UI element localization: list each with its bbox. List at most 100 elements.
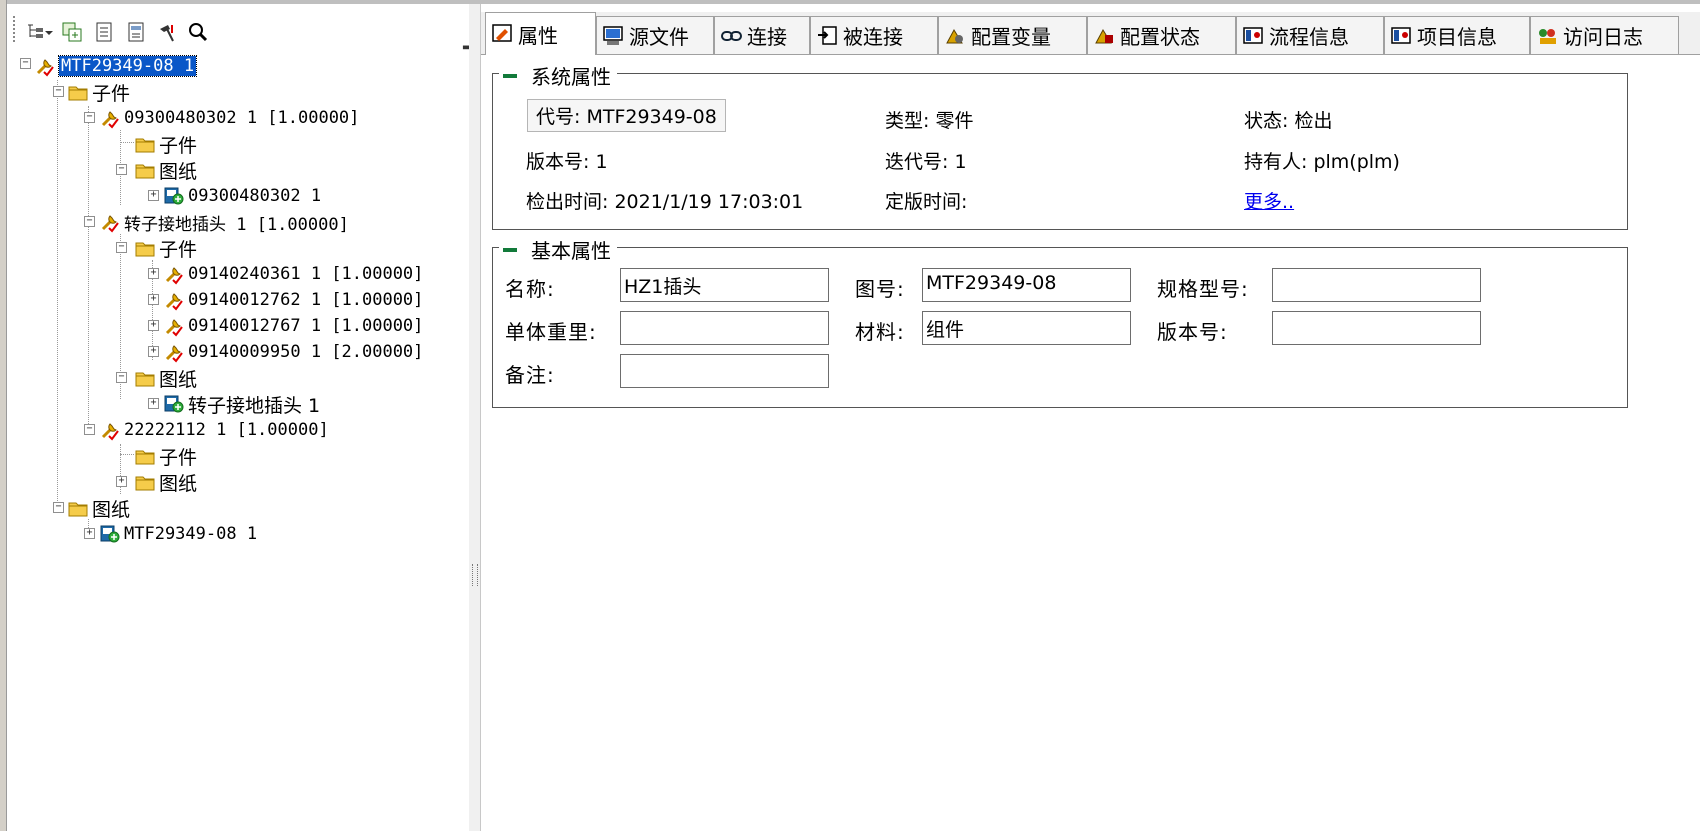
- toolbar-grip[interactable]: [13, 16, 18, 42]
- tree-node-part[interactable]: 转子接地插头 1 [1.00000]: [99, 210, 349, 235]
- tree-node-label: 子件: [159, 446, 198, 469]
- tree-toolbar: ▬: [7, 4, 471, 53]
- collapse-toggle[interactable]: −: [116, 372, 127, 383]
- collapse-toggle[interactable]: −: [84, 112, 95, 123]
- tab-label: 连接: [747, 25, 787, 49]
- splitter-grip[interactable]: [472, 564, 478, 586]
- tab-link[interactable]: 连接: [714, 16, 810, 54]
- tab-properties[interactable]: 属性: [485, 12, 596, 55]
- tree-node-root[interactable]: MTF29349-08 1: [34, 54, 198, 78]
- expand-toggle[interactable]: +: [116, 476, 127, 487]
- collapse-toggle[interactable]: −: [84, 424, 95, 435]
- pane-splitter[interactable]: [469, 4, 481, 831]
- version-field: 版本号: 1: [526, 151, 608, 173]
- tree-node-children[interactable]: 子件: [134, 444, 198, 469]
- name-label: 名称:: [505, 277, 555, 301]
- tree-node-part[interactable]: 09140240361 1 [1.00000]: [163, 262, 423, 286]
- expand-tree-icon[interactable]: [59, 20, 85, 44]
- type-field: 类型: 零件: [885, 110, 974, 132]
- tab-project-info[interactable]: 项目信息: [1384, 16, 1530, 54]
- tab-access-log[interactable]: 访问日志: [1530, 16, 1679, 54]
- tree-node-document[interactable]: 转子接地插头 1: [163, 392, 321, 417]
- checkout-time-field: 检出时间: 2021/1/19 17:03:01: [526, 191, 804, 213]
- workflow-info-icon: [1243, 26, 1263, 44]
- tree-node-label: 转子接地插头 1 [1.00000]: [124, 214, 349, 235]
- collapse-toggle[interactable]: −: [20, 58, 31, 69]
- tree-node-label: 图纸: [159, 472, 198, 495]
- tab-workflow-info[interactable]: 流程信息: [1236, 16, 1384, 54]
- document-detail-icon[interactable]: [123, 20, 149, 44]
- tree-node-label: MTF29349-08 1: [124, 524, 258, 544]
- tree-node-document[interactable]: MTF29349-08 1: [99, 522, 257, 546]
- folder-icon: [67, 497, 89, 519]
- source-file-icon: [603, 25, 623, 45]
- expand-toggle[interactable]: +: [148, 294, 159, 305]
- part-icon: [163, 315, 185, 337]
- iteration-field: 迭代号: 1: [885, 151, 967, 173]
- collapse-toggle[interactable]: −: [53, 502, 64, 513]
- remark-input[interactable]: [620, 354, 829, 388]
- tree-node-children[interactable]: 子件: [134, 132, 198, 157]
- document-icon: [163, 393, 185, 415]
- tree-node-label: 转子接地插头 1: [188, 394, 321, 417]
- group-title: 系统属性: [531, 65, 611, 89]
- spec-input[interactable]: [1272, 268, 1481, 302]
- collapse-toggle[interactable]: −: [53, 86, 64, 97]
- more-link[interactable]: 更多..: [1244, 187, 1294, 214]
- collapse-icon[interactable]: [503, 247, 517, 252]
- name-input[interactable]: HZ1插头: [620, 268, 829, 302]
- system-properties-group: 系统属性 代号: MTF29349-08 类型: 零件 状态: 检出 版本号: …: [492, 61, 1628, 230]
- tab-bar: 属性 源文件 连接 被连接 配置变量 配置状态 流程信息 项目信息 访问日志: [481, 12, 1700, 55]
- project-info-icon: [1391, 26, 1411, 44]
- group-header[interactable]: 基本属性: [499, 235, 617, 264]
- tree-node-part[interactable]: 09140009950 1 [2.00000]: [163, 340, 423, 364]
- folder-icon: [134, 471, 156, 493]
- tree-node-children[interactable]: 子件: [67, 80, 130, 105]
- material-input[interactable]: 组件: [922, 311, 1131, 345]
- tab-linked-by[interactable]: 被连接: [810, 16, 938, 54]
- tree-node-part[interactable]: 09140012767 1 [1.00000]: [163, 314, 423, 338]
- remark-label: 备注:: [505, 363, 555, 387]
- tree-node-label: 子件: [159, 134, 198, 157]
- tree-node-drawings[interactable]: 图纸: [134, 366, 197, 391]
- status-field: 状态: 检出: [1244, 110, 1333, 132]
- tree-node-drawings[interactable]: 图纸: [134, 470, 198, 495]
- version-input[interactable]: [1272, 311, 1481, 345]
- expand-toggle[interactable]: +: [148, 268, 159, 279]
- tree-node-children[interactable]: 子件: [134, 236, 197, 261]
- expand-toggle[interactable]: +: [84, 528, 95, 539]
- tree-node-document[interactable]: 09300480302 1: [163, 184, 321, 208]
- document-list-icon[interactable]: [91, 20, 117, 44]
- drawing-no-input[interactable]: MTF29349-08: [922, 268, 1131, 302]
- expand-toggle[interactable]: +: [148, 320, 159, 331]
- part-icon: [163, 289, 185, 311]
- collapse-icon[interactable]: [503, 73, 517, 78]
- collapse-toggle[interactable]: −: [84, 216, 95, 227]
- search-icon[interactable]: [185, 20, 211, 44]
- tab-label: 属性: [518, 23, 558, 48]
- group-header[interactable]: 系统属性: [499, 61, 617, 90]
- expand-toggle[interactable]: +: [148, 346, 159, 357]
- tree-node-part[interactable]: 09300480302 1 [1.00000]: [99, 106, 359, 130]
- chevron-down-icon[interactable]: [43, 20, 55, 44]
- release-time-field: 定版时间:: [885, 191, 968, 213]
- pin-tool-icon[interactable]: [155, 20, 181, 44]
- tree-node-part[interactable]: 22222112 1 [1.00000]: [99, 418, 329, 442]
- folder-icon: [134, 367, 156, 389]
- expand-toggle[interactable]: +: [148, 398, 159, 409]
- collapse-toggle[interactable]: −: [116, 242, 127, 253]
- weight-input[interactable]: [620, 311, 829, 345]
- tab-config-variable[interactable]: 配置变量: [938, 16, 1087, 54]
- tree-node-drawings[interactable]: 图纸: [134, 158, 198, 183]
- tree-node-part[interactable]: 09140012762 1 [1.00000]: [163, 288, 423, 312]
- tree-node-drawings[interactable]: 图纸: [67, 496, 130, 521]
- expand-toggle[interactable]: +: [148, 190, 159, 201]
- part-icon: [99, 211, 121, 233]
- tree-node-label: 09140012767 1 [1.00000]: [188, 316, 424, 336]
- tree-node-label: MTF29349-08 1: [57, 55, 198, 77]
- tab-source-file[interactable]: 源文件: [596, 16, 714, 54]
- spec-label: 规格型号:: [1157, 277, 1249, 301]
- collapse-toggle[interactable]: −: [116, 164, 127, 175]
- tree-node-label: 图纸: [159, 160, 198, 183]
- tab-config-state[interactable]: 配置状态: [1087, 16, 1236, 54]
